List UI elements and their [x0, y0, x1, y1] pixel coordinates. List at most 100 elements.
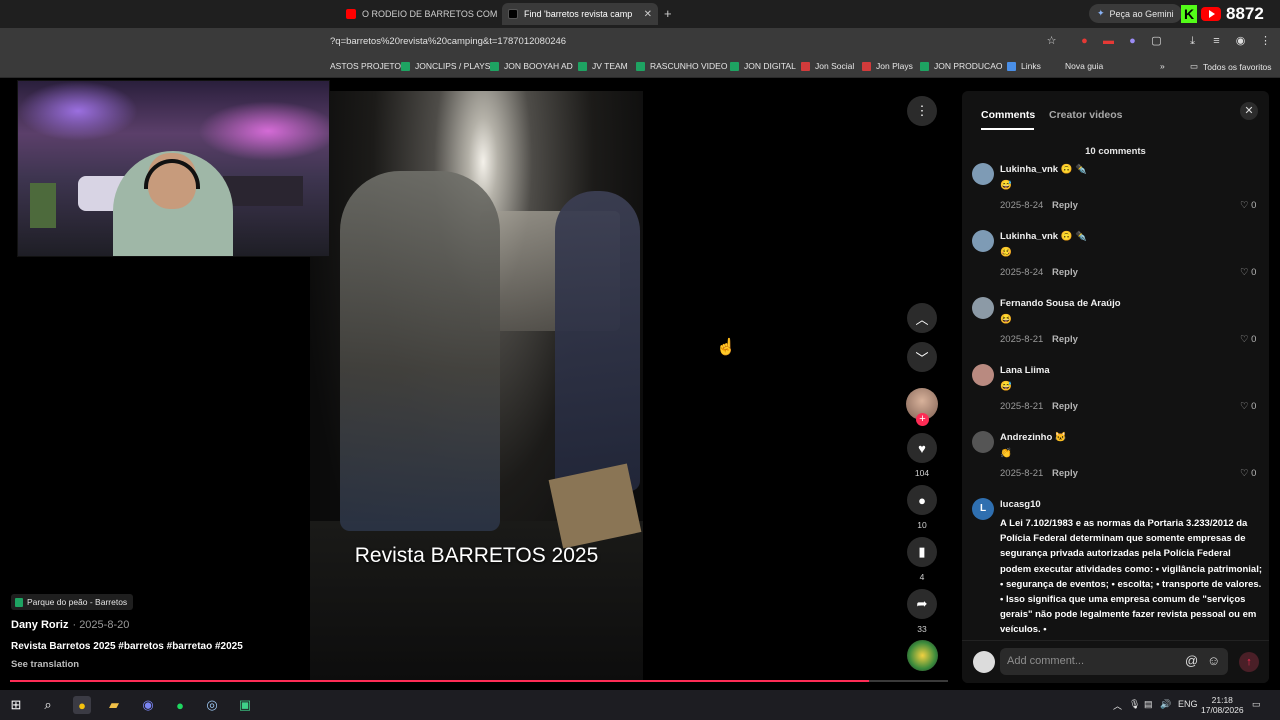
sheet-icon	[401, 61, 410, 71]
music-disc-icon[interactable]	[907, 640, 938, 671]
chart-icon	[862, 61, 871, 71]
like-button[interactable]: ♥	[907, 433, 937, 463]
spotify-icon[interactable]: ●	[171, 696, 189, 714]
author-line[interactable]: Dany Roriz · 2025-8-20	[11, 619, 129, 631]
extension-cloud-icon[interactable]: ●	[1126, 35, 1139, 48]
follow-plus-icon[interactable]: +	[916, 413, 929, 426]
close-panel-icon[interactable]: ✕	[1240, 102, 1258, 120]
kick-logo-icon: K	[1181, 5, 1197, 23]
mention-icon[interactable]: @	[1185, 653, 1198, 668]
volume-icon[interactable]: 🔊	[1160, 699, 1171, 710]
comment-author[interactable]: Lana Liima	[1000, 365, 1050, 376]
comment-like-button[interactable]: ♡ 0	[1240, 267, 1256, 278]
file-explorer-icon[interactable]: ▰	[105, 696, 123, 714]
profile-avatar-icon[interactable]: ◉	[1234, 35, 1247, 48]
reply-button[interactable]: Reply	[1052, 200, 1078, 211]
bookmark-star-icon[interactable]: ☆	[1045, 35, 1058, 48]
download-icon[interactable]: ⤓	[1186, 35, 1199, 48]
chart-icon	[1007, 61, 1016, 71]
comment-author[interactable]: Lukinha_vnk 🙃 ✒️	[1000, 164, 1087, 175]
comment-like-button[interactable]: ♡ 0	[1240, 401, 1256, 412]
windows-start-icon[interactable]: ⊞	[7, 696, 25, 714]
bookmark-item[interactable]: Jon Social	[801, 61, 854, 71]
clock[interactable]: 21:18 17/08/2026	[1201, 695, 1244, 715]
tab-comments[interactable]: Comments	[981, 109, 1035, 121]
avatar[interactable]: L	[972, 498, 994, 520]
reply-button[interactable]: Reply	[1052, 267, 1078, 278]
close-tab-icon[interactable]: ✕	[636, 9, 652, 20]
previous-video-button[interactable]: ︿	[907, 303, 937, 333]
progress-fill	[10, 680, 870, 682]
avatar[interactable]	[972, 431, 994, 453]
avatar	[973, 651, 995, 673]
steam-icon[interactable]: ◎	[203, 696, 221, 714]
video-player[interactable]: Revista BARRETOS 2025	[310, 91, 643, 681]
extension-red-icon[interactable]: ●	[1078, 35, 1091, 48]
avatar[interactable]	[972, 163, 994, 185]
chrome-icon[interactable]: ●	[73, 696, 91, 714]
video-progress-bar[interactable]	[10, 680, 948, 682]
comment-button[interactable]: ●	[907, 485, 937, 515]
see-translation-link[interactable]: See translation	[11, 659, 79, 670]
bookmark-item[interactable]: JON BOOYAH AD	[490, 61, 573, 71]
comment-bubble-icon: ●	[918, 492, 926, 508]
tray-expand-icon[interactable]: ︿	[1113, 699, 1122, 712]
bookmark-item[interactable]: Nova guia	[1065, 61, 1103, 71]
send-icon[interactable]: ↑	[1239, 652, 1259, 672]
bookmark-item[interactable]: JON DIGITAL	[730, 61, 796, 71]
address-bar: ?q=barretos%20revista%20camping&t=178701…	[0, 28, 1280, 56]
comment-like-button[interactable]: ♡ 0	[1240, 200, 1256, 211]
share-button[interactable]: ➦	[907, 589, 937, 619]
avatar[interactable]	[972, 364, 994, 386]
notifications-icon[interactable]: ▭	[1252, 699, 1261, 710]
tab-find[interactable]: Find 'barretos revista camp ✕	[502, 3, 658, 25]
avatar[interactable]	[972, 297, 994, 319]
comment-author[interactable]: Lukinha_vnk 🙃 ✒️	[1000, 231, 1087, 242]
all-favorites-button[interactable]: ▭ Todos os favoritos	[1190, 61, 1272, 72]
network-icon[interactable]: ▤	[1144, 699, 1153, 710]
bookmark-item[interactable]: JON PRODUCAO	[920, 61, 1002, 71]
more-bookmarks-icon[interactable]: »	[1160, 61, 1165, 71]
bookmark-item[interactable]: ASTOS PROJETO	[330, 61, 401, 71]
save-button[interactable]: ▮	[907, 537, 937, 567]
emoji-icon[interactable]: ☺	[1207, 653, 1220, 668]
avatar[interactable]	[972, 230, 994, 252]
next-video-button[interactable]: ﹀	[907, 342, 937, 372]
playlist-icon[interactable]: ≡	[1210, 35, 1223, 48]
bookmark-item[interactable]: Jon Plays	[862, 61, 913, 71]
bookmark-item[interactable]: RASCUNHO VIDEO	[636, 61, 727, 71]
bookmark-item[interactable]: Links	[1007, 61, 1041, 71]
author-name[interactable]: Dany Roriz	[11, 619, 68, 631]
reply-button[interactable]: Reply	[1052, 334, 1078, 345]
extensions-puzzle-icon[interactable]: ▢	[1150, 35, 1163, 48]
bookmark-item[interactable]: JONCLIPS / PLAYS	[401, 61, 490, 71]
video-caption: Revista BARRETOS 2025	[354, 544, 599, 567]
comment-count: 10	[917, 520, 927, 530]
extension-lastpass-icon[interactable]: ▬	[1102, 35, 1115, 48]
more-options-icon[interactable]: ⋮	[907, 96, 937, 126]
discord-icon[interactable]: ◉	[139, 696, 157, 714]
tab-creator-videos[interactable]: Creator videos	[1049, 109, 1123, 121]
bookmark-item[interactable]: JV TEAM	[578, 61, 628, 71]
new-tab-button[interactable]: +	[664, 6, 672, 21]
video-description: Revista Barretos 2025 #barretos #barreta…	[11, 641, 243, 652]
more-menu-icon[interactable]: ⋮	[1259, 35, 1272, 48]
comment-author[interactable]: Andrezinho 🐱	[1000, 432, 1067, 443]
gemini-button[interactable]: ✦ Peça ao Gemini	[1089, 4, 1182, 23]
comment-like-button[interactable]: ♡ 0	[1240, 468, 1256, 479]
comment-like-button[interactable]: ♡ 0	[1240, 334, 1256, 345]
url-field[interactable]: ?q=barretos%20revista%20camping&t=178701…	[330, 36, 566, 47]
browser-tab-bar: O RODEIO DE BARRETOS COM ✕ Find 'barreto…	[0, 0, 1280, 28]
comment-text: A Lei 7.102/1983 e as normas da Portaria…	[1000, 518, 1263, 636]
comment-author[interactable]: Fernando Sousa de Araújo	[1000, 298, 1121, 309]
tab-rodeio[interactable]: O RODEIO DE BARRETOS COM ✕	[340, 3, 500, 25]
location-tag[interactable]: Parque do peão - Barretos	[11, 594, 134, 610]
search-icon[interactable]: ⌕	[39, 696, 57, 714]
reply-button[interactable]: Reply	[1052, 401, 1078, 412]
close-tab-icon[interactable]: ✕	[497, 9, 500, 20]
microphone-icon[interactable]: 🎙	[1129, 699, 1140, 710]
app-icon[interactable]: ▣	[236, 696, 254, 714]
language-indicator[interactable]: ENG	[1178, 699, 1198, 709]
reply-button[interactable]: Reply	[1052, 468, 1078, 479]
comment-author[interactable]: lucasg10	[1000, 499, 1041, 510]
